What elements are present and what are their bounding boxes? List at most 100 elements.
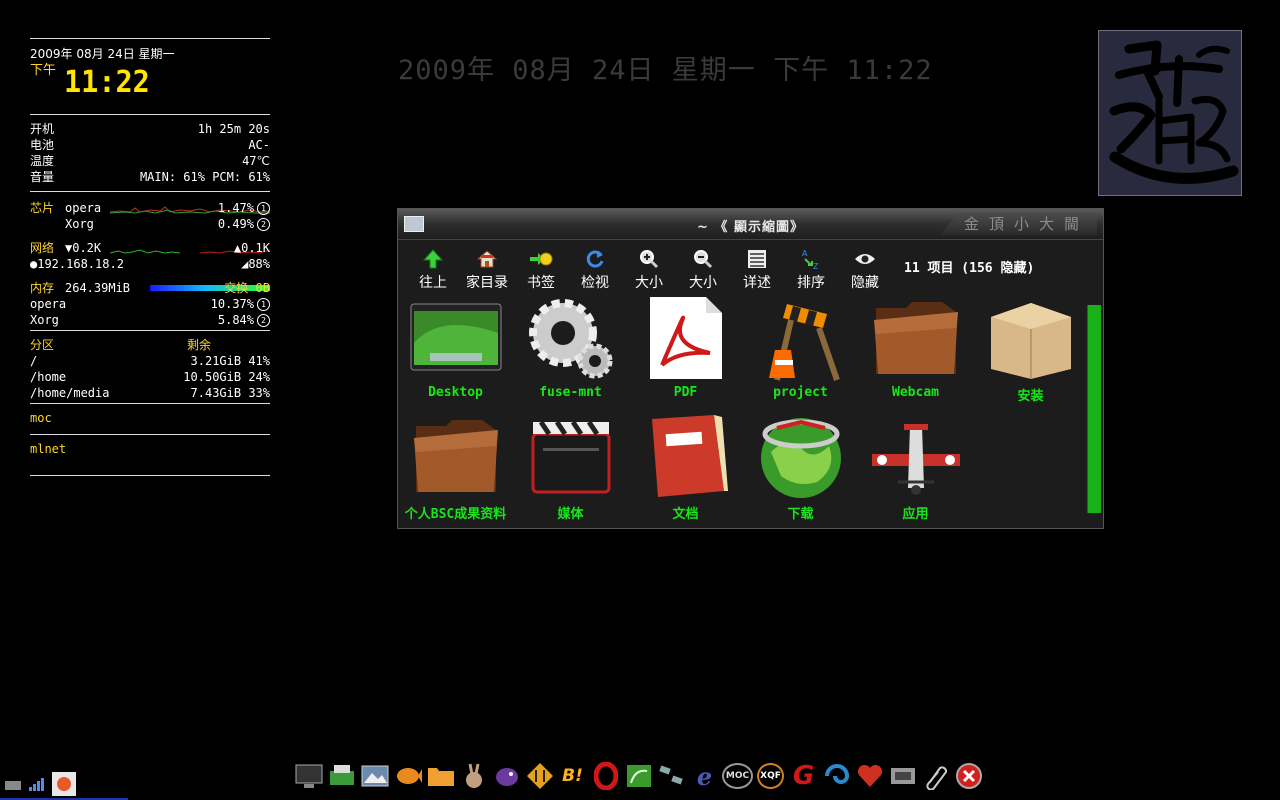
mem-proc-1-name: opera [30,297,67,311]
moc-status: moc [30,411,52,425]
file-item-applications[interactable]: 应用 [858,411,973,522]
rabbit-icon[interactable] [457,760,490,793]
disk-section: 分区 剩余 / 3.21GiB 41% /home 10.50GiB 24% /ho… [30,337,270,401]
details-button[interactable]: 详述 [730,240,784,292]
mount-media: /home/media [30,386,110,400]
cpu-proc-1-value: 1.47% [217,201,254,215]
drive-icon[interactable] [4,777,22,796]
file-name: PDF [673,385,698,400]
fish-icon[interactable] [391,760,424,793]
opera-icon[interactable] [589,760,622,793]
b-bang-icon[interactable]: B! [556,760,589,793]
bird-icon[interactable] [490,760,523,793]
film-icon[interactable] [886,760,919,793]
conky-panel: 2009年 08月 24日 星期一 下午 11:22 开机 1h 25m 20s … [30,38,270,476]
app-launcher-icon[interactable] [52,772,76,800]
up-button[interactable]: 往上 [406,240,460,292]
file-item-documents[interactable]: 文档 [628,411,743,522]
file-name: 媒体 [557,507,584,522]
mem-proc-2-value: 5.84% [217,313,254,327]
window-titlebar[interactable]: ~ 《 顯示縮圖》 金頂小大閫 [398,209,1103,240]
file-item-media[interactable]: 媒体 [513,411,628,522]
hidden-files-button[interactable]: 隐藏 [838,240,892,292]
cpu-proc-2-value: 0.49% [217,217,254,231]
signal-icon[interactable] [28,776,46,796]
toolbar-label: 书签 [527,275,555,291]
toolbar-label: 详述 [743,275,771,291]
toolbar-label: 大小 [689,275,717,291]
heart-icon[interactable] [853,760,886,793]
ip-address: ●192.168.18.2 [30,257,124,271]
clapperboard-icon [521,411,621,501]
dock: B! e MOC XQF G [292,757,985,795]
icon-view[interactable]: Desktop fuse-mnt PDF project Webcam 安装 个… [398,293,1088,529]
satellite-icon[interactable] [655,760,688,793]
toolbar: 往上 家目录 书签 检视 大小 大小 详述 AZ 排序 隐藏 11 项目 (15… [398,240,1103,292]
network-section: 网络 ▼0.2K ▲0.1K ●192.168.18.2 ◢88% [30,240,270,272]
mount-media-value: 7.43GiB 33% [190,386,270,400]
bookmark-icon [514,248,568,270]
clock-box: 下午 11:22 [30,62,270,98]
net-up: ▲0.1K [233,241,270,255]
rank-badge: 1 [257,298,270,311]
mount-root-value: 3.21GiB 41% [190,354,270,368]
file-item-install[interactable]: 安装 [973,293,1088,404]
paperclip-icon[interactable] [919,760,952,793]
net-down: ▼0.2K [65,241,102,255]
calligraphy-seal-image [1098,30,1242,196]
file-manager-window[interactable]: ~ 《 顯示縮圖》 金頂小大閫 往上 家目录 书签 检视 大小 大小 详述 A … [397,208,1104,529]
xqf-icon-label: XQF [757,763,784,789]
swirl-icon[interactable] [820,760,853,793]
battery-label: 电池 [30,138,55,152]
clock: 11:22 [64,65,150,100]
file-item-desktop[interactable]: Desktop [398,293,513,400]
home-button[interactable]: 家目录 [460,240,514,292]
toolbar-label: 排序 [797,275,825,291]
volume-value: MAIN: 61% PCM: 61% [139,170,270,184]
e-icon[interactable]: e [688,760,721,793]
transfer-icon[interactable] [523,760,556,793]
net-label: 网络 [30,241,55,255]
folder-icon[interactable] [424,760,457,793]
file-name: 下载 [787,507,814,522]
image-viewer-icon[interactable] [358,760,391,793]
file-item-webcam[interactable]: Webcam [858,293,973,400]
sort-button[interactable]: AZ 排序 [784,240,838,292]
file-name: project [773,385,828,400]
cardboard-box-icon [981,293,1081,383]
file-item-pdf[interactable]: PDF [628,293,743,400]
vertical-scrollbar[interactable] [1087,305,1101,513]
toolbar-label: 家目录 [466,275,508,291]
titlebar-decoration-text: 金頂小大閫 [939,213,1097,235]
file-item-bsc-materials[interactable]: 个人BSC成果资料 [398,411,513,522]
uptime-value: 1h 25m 20s [197,122,270,136]
printer-icon[interactable] [325,760,358,793]
temp-label: 温度 [30,154,55,168]
moc-icon[interactable]: MOC [721,760,754,793]
mem-proc-1-value: 10.37% [210,297,254,311]
file-name: fuse-mnt [539,385,602,400]
disk-label: 分区 [30,338,55,352]
sheet-icon[interactable] [622,760,655,793]
moc-icon-label: MOC [721,763,754,789]
close-icon[interactable] [952,760,985,793]
file-name: 个人BSC成果资料 [404,507,507,522]
zoom-in-button[interactable]: 大小 [622,240,676,292]
monitor-icon[interactable] [292,760,325,793]
conky-date: 2009年 08月 24日 星期一 [30,47,175,61]
up-arrow-icon [406,248,460,270]
mlnet-status: mlnet [30,442,67,456]
g-icon[interactable]: G [787,760,820,793]
xqf-icon[interactable]: XQF [754,760,787,793]
bookmarks-button[interactable]: 书签 [514,240,568,292]
file-item-project[interactable]: project [743,293,858,400]
refresh-button[interactable]: 检视 [568,240,622,292]
temp-value: 47℃ [242,154,270,168]
airplane-icon [866,411,966,501]
file-item-downloads[interactable]: 下载 [743,411,858,522]
rank-badge: 1 [257,202,270,215]
file-item-fuse-mnt[interactable]: fuse-mnt [513,293,628,400]
mount-home-value: 10.50GiB 24% [183,370,270,384]
zoom-out-button[interactable]: 大小 [676,240,730,292]
divider [30,114,270,115]
